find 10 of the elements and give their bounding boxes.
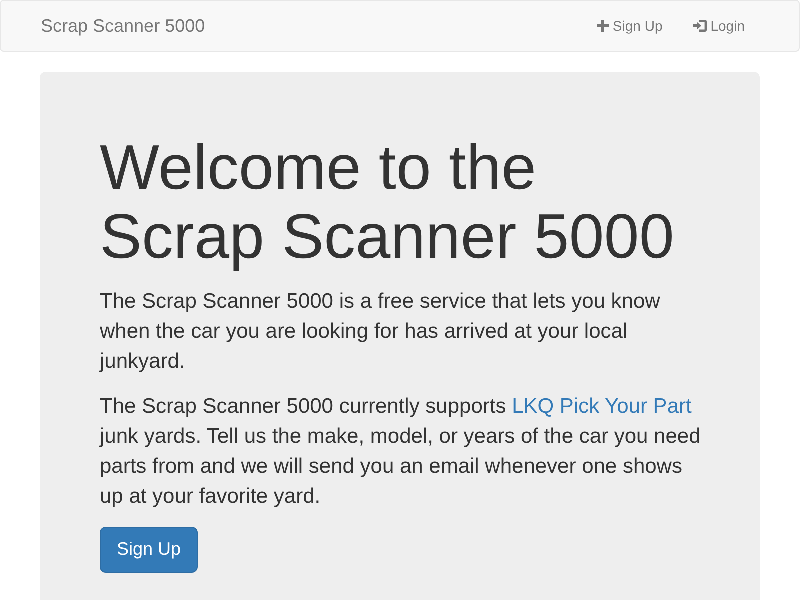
inline-link[interactable]: LKQ Pick Your Part bbox=[512, 394, 692, 418]
hero-heading: Welcome to the Scrap Scanner 5000 bbox=[100, 134, 676, 273]
sign-up-button[interactable]: Sign Up bbox=[100, 526, 198, 573]
brand-link[interactable]: Scrap Scanner 5000 bbox=[26, 1, 220, 51]
login-icon bbox=[692, 20, 707, 32]
nav-link[interactable]: Login bbox=[678, 1, 760, 51]
hero-paragraph: The Scrap Scanner 5000 is a free service that lets you know when the car you are looking for has arrived at your local junkyard. bbox=[100, 288, 662, 375]
nav-link[interactable]: Sign Up bbox=[582, 1, 678, 51]
plus-icon bbox=[596, 20, 609, 32]
hero-paragraph: The Scrap Scanner 5000 currently supports LKQ Pick Your Part junk yards. Tell us the make, model, or years of the car you need parts from and we will send you an email whenever one shows up at your favorite yard. bbox=[100, 394, 702, 510]
